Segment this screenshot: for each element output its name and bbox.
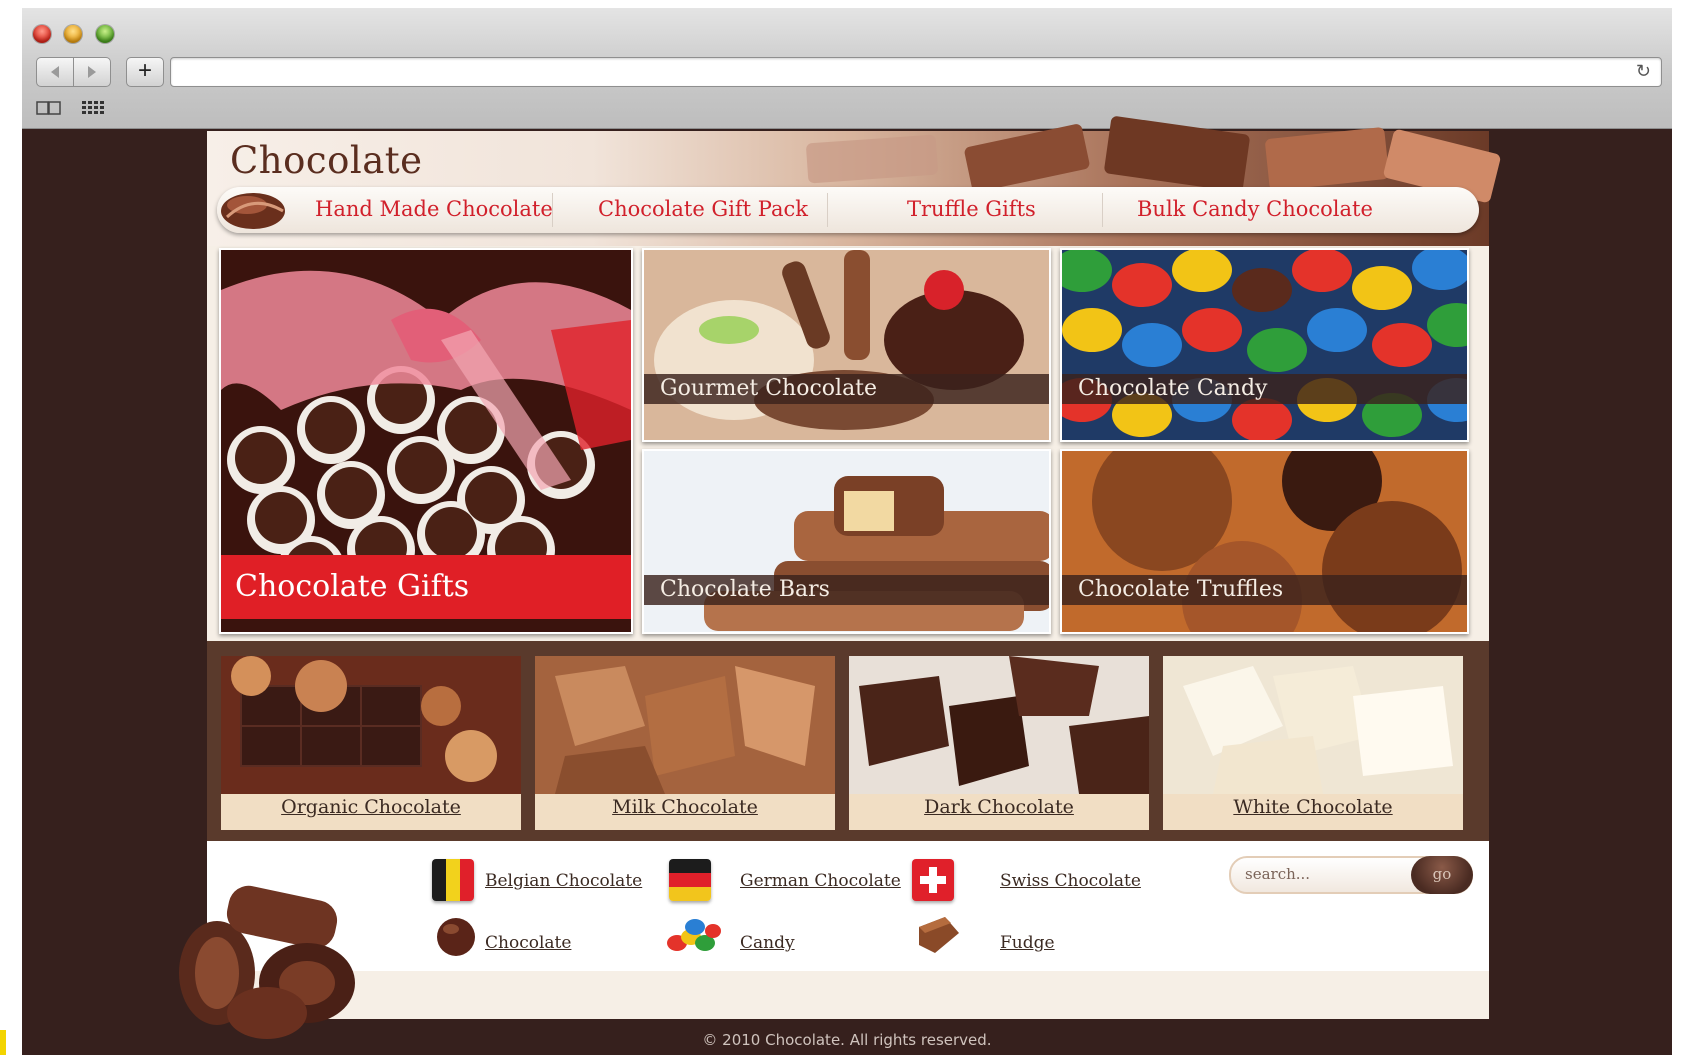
category-label[interactable]: Dark Chocolate	[849, 796, 1149, 818]
tile-label-chocolate-candy: Chocolate Candy	[1062, 374, 1467, 404]
category-label[interactable]: Organic Chocolate	[221, 796, 521, 818]
browser-toolbar: + ↻	[22, 8, 1672, 129]
link-swiss-chocolate[interactable]: Swiss Chocolate	[1000, 871, 1141, 891]
nav-hand-made-chocolate[interactable]: Hand Made Chocolate	[315, 197, 553, 221]
germany-flag-icon	[669, 859, 711, 901]
tile-chocolate-bars[interactable]: Chocolate Bars	[642, 449, 1051, 634]
site-header: Chocolate Hand Made Chocolate Chocolate …	[207, 115, 1502, 246]
white-chocolate-image	[1163, 656, 1463, 794]
search-box: search... go	[1229, 856, 1473, 894]
close-window-button[interactable]	[33, 25, 51, 43]
category-label[interactable]: Milk Chocolate	[535, 796, 835, 818]
bookmarks-book-icon[interactable]	[36, 100, 62, 116]
search-go-button[interactable]: go	[1411, 856, 1473, 894]
minimize-window-button[interactable]	[64, 25, 82, 43]
forward-button[interactable]	[73, 57, 111, 87]
bottom-links: Belgian Chocolate German Chocolate Swiss…	[207, 841, 1489, 971]
footer-copyright: © 2010 Chocolate. All rights reserved.	[702, 1031, 992, 1049]
back-button[interactable]	[36, 57, 74, 87]
header-chocolate-piece	[805, 134, 939, 184]
tile-chocolate-candy[interactable]: Chocolate Candy	[1060, 248, 1469, 442]
tile-chocolate-gifts[interactable]: Chocolate Gifts	[219, 248, 633, 634]
zoom-window-button[interactable]	[96, 25, 114, 43]
category-strip: Organic Chocolate Milk Chocolate Dark Ch…	[207, 641, 1489, 841]
back-arrow-icon	[51, 66, 59, 78]
link-belgian-chocolate[interactable]: Belgian Chocolate	[485, 871, 642, 891]
tile-chocolate-truffles[interactable]: Chocolate Truffles	[1060, 449, 1469, 634]
website-container: Chocolate Hand Made Chocolate Chocolate …	[207, 115, 1502, 1019]
nav-chocolate-gift-pack[interactable]: Chocolate Gift Pack	[598, 197, 808, 221]
edge-marker	[0, 1030, 6, 1055]
category-white-chocolate[interactable]: White Chocolate	[1163, 656, 1463, 830]
gourmet-dessert-image	[644, 250, 1049, 440]
category-dark-chocolate[interactable]: Dark Chocolate	[849, 656, 1149, 830]
link-candy[interactable]: Candy	[740, 933, 795, 953]
browser-window: + ↻ Chocolate Hand Made Chocolate Chocol…	[22, 8, 1672, 1055]
link-fudge[interactable]: Fudge	[1000, 933, 1055, 953]
switzerland-flag-icon	[912, 859, 954, 901]
tile-label-chocolate-gifts: Chocolate Gifts	[221, 555, 631, 619]
candy-pile-icon	[667, 919, 721, 951]
header-chocolate-piece	[1264, 126, 1390, 192]
belgium-flag-icon	[432, 859, 474, 901]
category-label[interactable]: White Chocolate	[1163, 796, 1463, 818]
tile-label-gourmet-chocolate: Gourmet Chocolate	[644, 374, 1049, 404]
link-chocolate[interactable]: Chocolate	[485, 933, 571, 953]
forward-arrow-icon	[88, 66, 96, 78]
milk-chocolate-image	[535, 656, 835, 794]
top-sites-grid-icon[interactable]	[82, 100, 104, 116]
reload-icon[interactable]: ↻	[1636, 61, 1651, 82]
chocolate-swirl-icon	[221, 193, 285, 229]
address-bar[interactable]: ↻	[170, 57, 1662, 87]
tile-gourmet-chocolate[interactable]: Gourmet Chocolate	[642, 248, 1051, 442]
header-chocolate-piece	[963, 123, 1091, 193]
plus-icon: +	[137, 57, 152, 84]
candy-pieces-image	[1062, 250, 1467, 440]
nav-truffle-gifts[interactable]: Truffle Gifts	[907, 197, 1036, 221]
new-tab-button[interactable]: +	[126, 57, 164, 87]
organic-chocolate-image	[221, 656, 521, 794]
nav-separator	[552, 193, 553, 227]
category-organic-chocolate[interactable]: Organic Chocolate	[221, 656, 521, 830]
link-german-chocolate[interactable]: German Chocolate	[740, 871, 901, 891]
nav-separator	[827, 193, 828, 227]
chocolate-bonbon-icon	[437, 918, 475, 956]
nav-separator	[1102, 193, 1103, 227]
fudge-icon	[919, 917, 959, 953]
main-nav: Hand Made Chocolate Chocolate Gift Pack …	[217, 187, 1479, 233]
dark-chocolate-image	[849, 656, 1149, 794]
search-input[interactable]: search...	[1245, 865, 1310, 883]
category-milk-chocolate[interactable]: Milk Chocolate	[535, 656, 835, 830]
site-logo[interactable]: Chocolate	[230, 139, 423, 182]
nav-bulk-candy-chocolate[interactable]: Bulk Candy Chocolate	[1137, 197, 1373, 221]
tile-label-chocolate-truffles: Chocolate Truffles	[1062, 575, 1467, 605]
chocolate-curls-decoration	[179, 885, 355, 1039]
tile-label-chocolate-bars: Chocolate Bars	[644, 575, 1049, 605]
